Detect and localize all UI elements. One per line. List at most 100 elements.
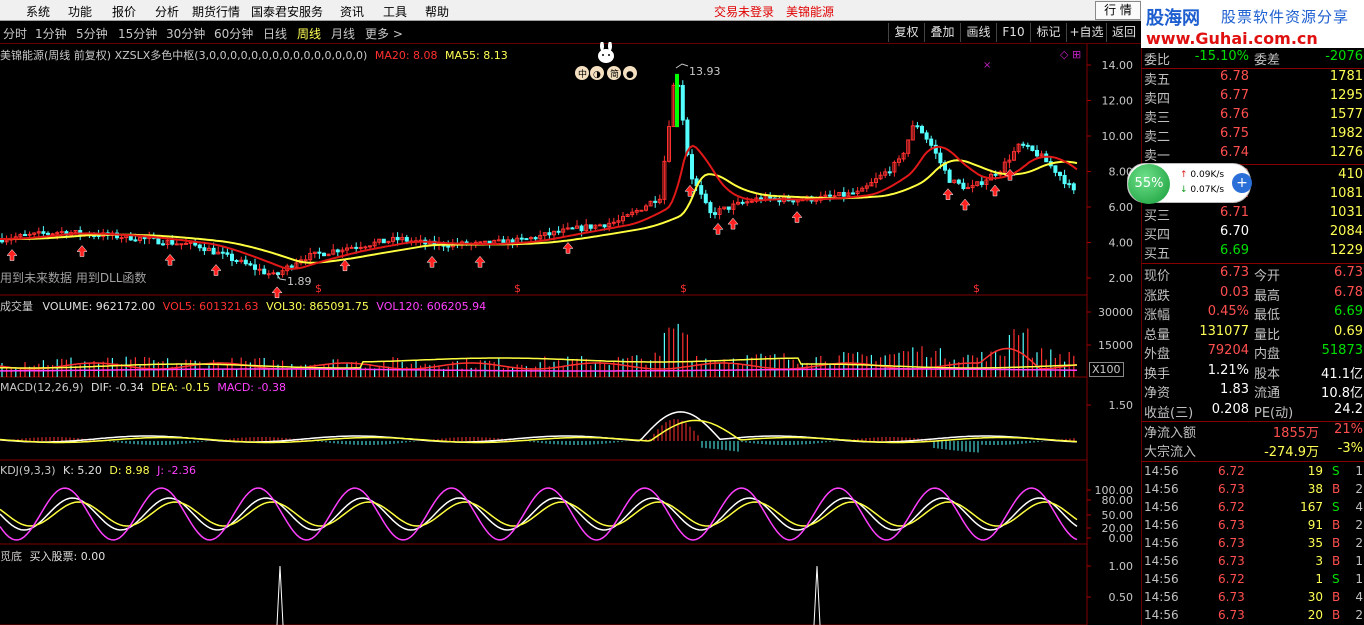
bid-volume: 1081 (1329, 186, 1363, 201)
upload-rate: ↑ 0.09K/s (1180, 170, 1224, 180)
candle-body (680, 85, 685, 121)
candle-body (303, 259, 308, 262)
candle-body (363, 246, 368, 249)
tab-monthly[interactable]: 月线 (331, 25, 355, 42)
flow-row: 大宗流入 -274.9万 -3% (1142, 441, 1364, 460)
candle-body (708, 202, 713, 214)
stat-value: 6.73 (1334, 265, 1363, 280)
tick-row[interactable]: 14:56 6.73 91 B 2 (1142, 518, 1364, 536)
candle-body (690, 154, 694, 180)
bid-row[interactable]: 买四 6.70 2084 (1142, 224, 1364, 243)
menu-system[interactable]: 系统 (26, 3, 50, 20)
candle-body (828, 194, 832, 197)
main-chart-title: 美锦能源(周线 前复权) (0, 49, 112, 62)
add-watchlist-button[interactable]: +自选 (1066, 23, 1106, 42)
tick-price: 6.72 (1218, 500, 1245, 514)
future-data-note: 用到未来数据 用到DLL函数 (0, 271, 147, 285)
buy-arrow-icon (164, 253, 176, 266)
mark-button[interactable]: 标记 (1030, 23, 1066, 42)
f10-button[interactable]: F10 (996, 23, 1030, 42)
candle-body (851, 192, 855, 195)
vol5-value: VOL5: 601321.63 (162, 300, 259, 313)
tick-count: 4 (1355, 590, 1363, 604)
menu-analysis[interactable]: 分析 (155, 3, 179, 20)
tick-side: B (1332, 590, 1341, 604)
tick-row[interactable]: 14:56 6.73 20 B 2 (1142, 608, 1364, 625)
back-button[interactable]: 返回 (1106, 23, 1141, 42)
volume-axis-label: 30000 (1098, 306, 1133, 319)
restore-rights-button[interactable]: 复权 (888, 23, 924, 42)
low-price-label: 1.89 (287, 275, 312, 288)
ask-row[interactable]: 卖五 6.78 1781 (1142, 69, 1364, 88)
tab-30min[interactable]: 30分钟 (166, 25, 205, 42)
ask-label: 卖二 (1144, 130, 1171, 145)
ask-row[interactable]: 卖三 6.76 1577 (1142, 107, 1364, 126)
bid-row[interactable]: 买五 6.69 1229 (1142, 243, 1364, 262)
ask-price: 6.74 (1220, 145, 1249, 160)
tab-weekly[interactable]: 周线 (297, 25, 321, 42)
tab-daily[interactable]: 日线 (263, 25, 287, 42)
buy-arrow-icon (727, 217, 739, 230)
tick-side: B (1332, 518, 1341, 532)
stat-value: 0.208 (1211, 401, 1249, 417)
menu-function[interactable]: 功能 (68, 3, 92, 20)
draw-button[interactable]: 画线 (960, 23, 996, 42)
high-leader-line (675, 63, 689, 69)
menu-help[interactable]: 帮助 (425, 3, 449, 20)
tick-row[interactable]: 14:56 6.72 19 S 1 (1142, 464, 1364, 482)
tick-row[interactable]: 14:56 6.73 35 B 2 (1142, 536, 1364, 554)
tick-volume: 167 (1300, 500, 1323, 514)
candle-body (483, 240, 487, 243)
tick-time: 14:56 (1144, 590, 1179, 604)
chart-area[interactable]: 14.00 12.00 10.00 8.00 6.00 4.00 2.00 30000 1500… (0, 44, 1141, 625)
bid-row[interactable]: 买三 6.71 1031 (1142, 205, 1364, 224)
tick-side: B (1332, 482, 1341, 496)
menu-futures[interactable]: 期货行情 (192, 3, 240, 20)
menu-gtja-service[interactable]: 国泰君安服务 (251, 3, 323, 20)
stat-label: 现价 (1144, 269, 1171, 284)
candle-body (961, 182, 966, 190)
ask-price: 6.78 (1220, 69, 1249, 84)
order-ratio-label: 委比 (1144, 53, 1171, 68)
stat-value: 6.73 (1220, 265, 1249, 280)
candle-body (1025, 144, 1030, 147)
tab-more[interactable]: 更多 > (365, 25, 403, 42)
tab-5min[interactable]: 5分钟 (76, 25, 108, 42)
tab-15min[interactable]: 15分钟 (118, 25, 157, 42)
candle-body (46, 232, 50, 235)
kdj-axis-label: 0.00 (1109, 532, 1134, 545)
ask-volume: 1276 (1329, 145, 1363, 160)
stat-label: 最低 (1254, 308, 1281, 323)
tab-intraday[interactable]: 分时 (3, 25, 27, 42)
tick-price: 6.73 (1218, 554, 1245, 568)
tick-row[interactable]: 14:56 6.73 3 B 1 (1142, 554, 1364, 572)
ask-row[interactable]: 卖四 6.77 1295 (1142, 88, 1364, 107)
trade-login-status[interactable]: 交易未登录 (714, 3, 774, 20)
ask-label: 卖一 (1144, 149, 1171, 164)
tab-1min[interactable]: 1分钟 (35, 25, 67, 42)
tick-row[interactable]: 14:56 6.73 30 B 4 (1142, 590, 1364, 608)
candle-body (179, 243, 184, 246)
stat-value: 79204 (1207, 343, 1249, 358)
tick-row[interactable]: 14:56 6.72 167 S 4 (1142, 500, 1364, 518)
quote-button[interactable]: 行 情 (1095, 1, 1141, 20)
ask-row[interactable]: 卖一 6.74 1276 (1142, 145, 1364, 164)
ask-row[interactable]: 卖二 6.75 1982 (1142, 126, 1364, 145)
bid-price: 6.71 (1220, 205, 1249, 220)
menu-quote[interactable]: 报价 (112, 3, 136, 20)
tab-60min[interactable]: 60分钟 (214, 25, 253, 42)
network-speed-widget[interactable]: 55% ↑ 0.09K/s ↓ 0.07K/s + (1127, 163, 1252, 204)
download-rate: ↓ 0.07K/s (1180, 185, 1224, 195)
tick-row[interactable]: 14:56 6.73 38 B 2 (1142, 482, 1364, 500)
overlay-button[interactable]: 叠加 (924, 23, 960, 42)
bid-price: 6.70 (1220, 224, 1249, 239)
menu-tools[interactable]: 工具 (383, 3, 407, 20)
menu-news[interactable]: 资讯 (340, 3, 364, 20)
download-rate-value: 0.07K/s (1190, 185, 1225, 195)
candle-body (496, 239, 501, 242)
tick-row[interactable]: 14:56 6.72 1 S 1 (1142, 572, 1364, 590)
stat-value: 51873 (1321, 343, 1363, 358)
expand-plus-icon[interactable]: + (1232, 173, 1252, 193)
candle-body (174, 243, 179, 246)
dif-value: DIF: -0.34 (91, 381, 144, 394)
